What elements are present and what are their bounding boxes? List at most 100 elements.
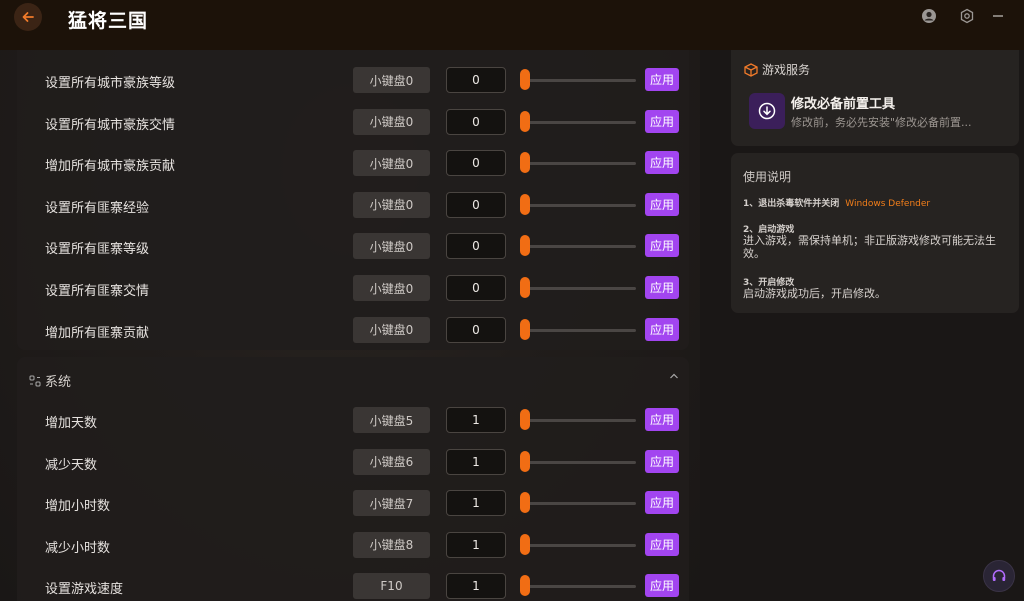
slider-track[interactable]	[522, 328, 636, 332]
apply-button[interactable]: 应用	[645, 532, 679, 556]
value-input[interactable]: 1	[446, 448, 506, 475]
value-input[interactable]: 0	[446, 108, 506, 135]
slider-handle[interactable]	[520, 110, 530, 132]
apply-button[interactable]: 应用	[645, 317, 679, 341]
headset-icon	[992, 569, 1006, 581]
hotkey-button[interactable]: 小键盘0	[353, 191, 430, 218]
value-input[interactable]: 0	[446, 67, 506, 93]
account-button[interactable]	[919, 6, 939, 26]
hotkey-button[interactable]: 小键盘5	[353, 407, 430, 433]
apply-button[interactable]: 应用	[645, 68, 679, 91]
hotkey-button[interactable]: 小键盘0	[353, 67, 430, 93]
value-input[interactable]: 1	[446, 573, 506, 600]
service-header: 游戏服务	[744, 61, 810, 78]
title-bar: 猛将三国	[0, 0, 1024, 50]
value-input[interactable]: 1	[446, 490, 506, 517]
hotkey-button[interactable]: 小键盘0	[353, 316, 430, 343]
apply-button[interactable]: 应用	[645, 109, 679, 133]
cheat-row: 设置所有匪寨交情 小键盘0 0 应用	[17, 275, 689, 305]
hotkey-button[interactable]: 小键盘0	[353, 150, 430, 177]
app-title: 猛将三国	[68, 10, 149, 32]
slider-handle[interactable]	[520, 533, 530, 555]
slider-track[interactable]	[522, 287, 636, 290]
back-arrow-icon	[22, 12, 34, 22]
value-input[interactable]: 0	[446, 316, 506, 343]
value-input[interactable]: 0	[446, 191, 506, 218]
hotkey-button[interactable]: 小键盘6	[353, 448, 430, 475]
slider-handle[interactable]	[520, 318, 530, 340]
apply-button[interactable]: 应用	[645, 574, 679, 598]
cheat-label: 设置所有匪寨交情	[45, 284, 150, 299]
hotkey-button[interactable]: 小键盘0	[353, 108, 430, 135]
back-button[interactable]	[14, 3, 42, 31]
slider-track[interactable]	[522, 245, 636, 249]
customer-support-button[interactable]	[983, 560, 1015, 592]
cheat-label: 增加所有城市豪族贡献	[45, 159, 176, 175]
apply-button[interactable]: 应用	[645, 151, 679, 175]
help-title: 使用说明	[743, 170, 792, 184]
value-input[interactable]: 0	[446, 150, 506, 177]
slider-track[interactable]	[522, 543, 636, 547]
cheat-label: 设置所有城市豪族等级	[45, 76, 176, 91]
hotkey-button[interactable]: 小键盘0	[353, 275, 430, 301]
cheat-label: 减少天数	[45, 457, 98, 473]
hotkey-button[interactable]: 小键盘0	[353, 233, 430, 260]
cheat-panel-system: 系统 增加天数 小键盘5 1 应用 减少天数 小键盘6 1 应用 增加小时数 小键盘7 1 应用 减少小…	[17, 357, 689, 601]
slider-handle[interactable]	[520, 492, 530, 514]
collapse-button[interactable]	[669, 371, 679, 384]
slider-handle[interactable]	[520, 450, 530, 472]
cheat-label: 设置游戏速度	[45, 582, 124, 598]
slider-handle[interactable]	[520, 575, 530, 597]
hotkey-button[interactable]: 小键盘8	[353, 531, 430, 558]
settings-button[interactable]	[957, 6, 977, 26]
slider-track[interactable]	[522, 502, 636, 506]
slider-track[interactable]	[522, 460, 636, 464]
hotkey-button[interactable]: F10	[353, 573, 430, 600]
cheat-row: 设置所有城市豪族交情 小键盘0 0 应用	[17, 108, 689, 139]
tool-download-button[interactable]	[749, 93, 785, 129]
step1-title: 1、退出杀毒软件并关闭 Windows Defender	[743, 196, 930, 209]
download-icon	[758, 102, 776, 120]
slider-track[interactable]	[522, 162, 636, 166]
apply-button[interactable]: 应用	[645, 234, 679, 258]
slider-track[interactable]	[522, 585, 636, 589]
cheat-label: 设置所有城市豪族交情	[45, 117, 176, 133]
slider-handle[interactable]	[520, 69, 530, 90]
minimize-button[interactable]	[988, 6, 1008, 26]
minimize-icon	[993, 15, 1003, 17]
value-input[interactable]: 1	[446, 407, 506, 433]
cheat-row: 设置所有匪寨等级 小键盘0 0 应用	[17, 233, 689, 263]
cheat-panel-city: 设置所有城市豪族等级 小键盘0 0 应用 设置所有城市豪族交情 小键盘0 0 应用 增加所有城市…	[17, 50, 689, 350]
value-input[interactable]: 0	[446, 275, 506, 301]
slider-handle[interactable]	[520, 193, 530, 215]
cheat-label: 设置所有匪寨等级	[45, 242, 150, 258]
slider-track[interactable]	[522, 203, 636, 207]
slider-handle[interactable]	[520, 152, 530, 174]
cheat-row: 减少小时数 小键盘8 1 应用	[17, 531, 689, 562]
tool-title[interactable]: 修改必备前置工具	[791, 93, 895, 112]
apply-button[interactable]: 应用	[645, 449, 679, 473]
avatar-icon	[922, 9, 936, 23]
slider-handle[interactable]	[520, 277, 530, 298]
chevron-up-icon	[670, 373, 678, 379]
slider-handle[interactable]	[520, 409, 530, 430]
slider-track[interactable]	[522, 120, 636, 124]
cheat-label: 增加小时数	[45, 499, 111, 515]
apply-button[interactable]: 应用	[645, 276, 679, 299]
apply-button[interactable]: 应用	[645, 491, 679, 515]
apply-button[interactable]: 应用	[645, 408, 679, 431]
section-header-system[interactable]: 系统	[29, 371, 71, 390]
cheat-label: 减少小时数	[45, 540, 111, 556]
usage-instructions-card: 使用说明 1、退出杀毒软件并关闭 Windows Defender 2、启动游戏 …	[731, 153, 1019, 313]
value-input[interactable]: 1	[446, 531, 506, 558]
slider-track[interactable]	[522, 79, 636, 82]
cheat-row: 增加天数 小键盘5 1 应用	[17, 407, 689, 437]
cheat-row: 减少天数 小键盘6 1 应用	[17, 448, 689, 479]
slider-handle[interactable]	[520, 235, 530, 257]
slider-track[interactable]	[522, 419, 636, 422]
cheat-row: 增加所有匪寨贡献 小键盘0 0 应用	[17, 316, 689, 347]
value-input[interactable]: 0	[446, 233, 506, 260]
step1-highlight: Windows Defender	[845, 199, 931, 209]
apply-button[interactable]: 应用	[645, 192, 679, 216]
hotkey-button[interactable]: 小键盘7	[353, 490, 430, 517]
